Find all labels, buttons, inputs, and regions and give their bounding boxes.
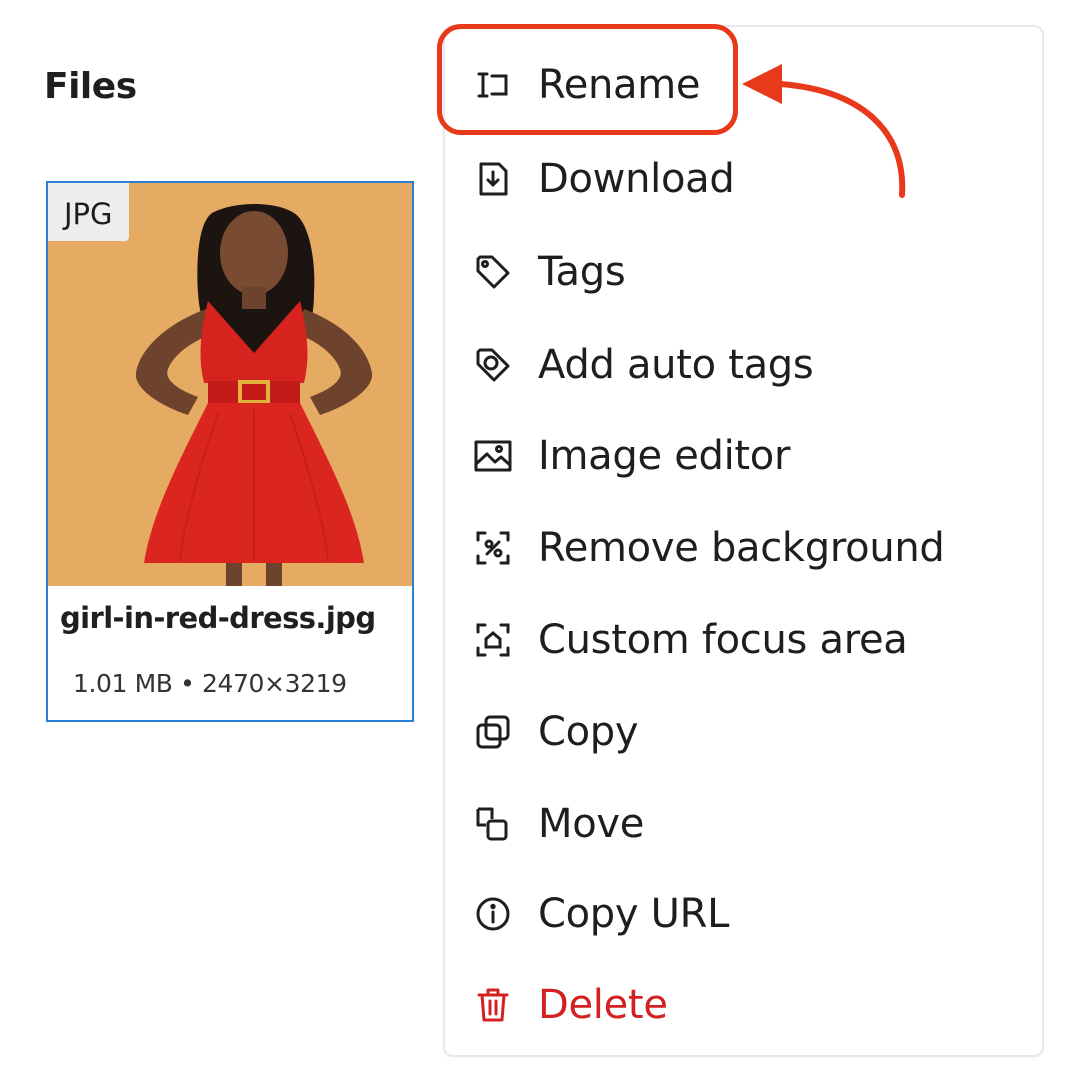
rename-highlight-box bbox=[437, 24, 738, 135]
meta-separator: • bbox=[180, 669, 195, 698]
info-icon bbox=[473, 894, 513, 934]
context-menu: Rename Download Tags Add auto tags Image… bbox=[443, 25, 1044, 1057]
file-type-badge: JPG bbox=[48, 183, 129, 241]
move-icon bbox=[473, 804, 513, 844]
menu-item-label: Tags bbox=[538, 249, 626, 295]
auto-tag-icon bbox=[473, 345, 513, 385]
image-icon bbox=[473, 436, 513, 476]
menu-item-label: Add auto tags bbox=[538, 342, 814, 388]
remove-background-icon bbox=[473, 528, 513, 568]
file-meta: 1.01 MB • 2470×3219 bbox=[73, 669, 347, 698]
download-icon bbox=[473, 159, 513, 199]
tag-icon bbox=[473, 252, 513, 292]
file-name: girl-in-red-dress.jpg bbox=[60, 601, 376, 635]
trash-icon bbox=[473, 985, 513, 1025]
menu-item-label: Delete bbox=[538, 982, 668, 1028]
menu-item-label: Move bbox=[538, 801, 645, 847]
menu-item-move[interactable]: Move bbox=[445, 784, 1042, 864]
menu-item-custom-focus-area[interactable]: Custom focus area bbox=[445, 600, 1042, 680]
menu-item-add-auto-tags[interactable]: Add auto tags bbox=[445, 325, 1042, 405]
menu-item-label: Remove background bbox=[538, 525, 945, 571]
page: Files JPG girl-in-red-dress.jpg 1.01 MB … bbox=[0, 0, 1080, 1080]
menu-item-copy[interactable]: Copy bbox=[445, 692, 1042, 772]
thumbnail-image bbox=[48, 183, 412, 586]
menu-item-label: Download bbox=[538, 156, 735, 202]
menu-item-label: Copy bbox=[538, 709, 639, 755]
menu-item-label: Copy URL bbox=[538, 891, 730, 937]
menu-item-label: Image editor bbox=[538, 433, 791, 479]
file-size: 1.01 MB bbox=[73, 669, 173, 698]
menu-item-download[interactable]: Download bbox=[445, 139, 1042, 219]
focus-area-icon bbox=[473, 620, 513, 660]
file-thumbnail[interactable]: JPG bbox=[48, 183, 412, 586]
menu-item-tags[interactable]: Tags bbox=[445, 232, 1042, 312]
menu-item-copy-url[interactable]: Copy URL bbox=[445, 874, 1042, 954]
section-title: Files bbox=[44, 66, 137, 107]
menu-item-label: Custom focus area bbox=[538, 617, 908, 663]
menu-item-delete[interactable]: Delete bbox=[445, 965, 1042, 1045]
file-dimensions: 2470×3219 bbox=[202, 669, 347, 698]
copy-icon bbox=[473, 712, 513, 752]
menu-item-remove-background[interactable]: Remove background bbox=[445, 508, 1042, 588]
menu-item-image-editor[interactable]: Image editor bbox=[445, 416, 1042, 496]
file-card[interactable]: JPG girl-in-red-dress.jpg 1.01 MB • 2470… bbox=[46, 181, 414, 722]
